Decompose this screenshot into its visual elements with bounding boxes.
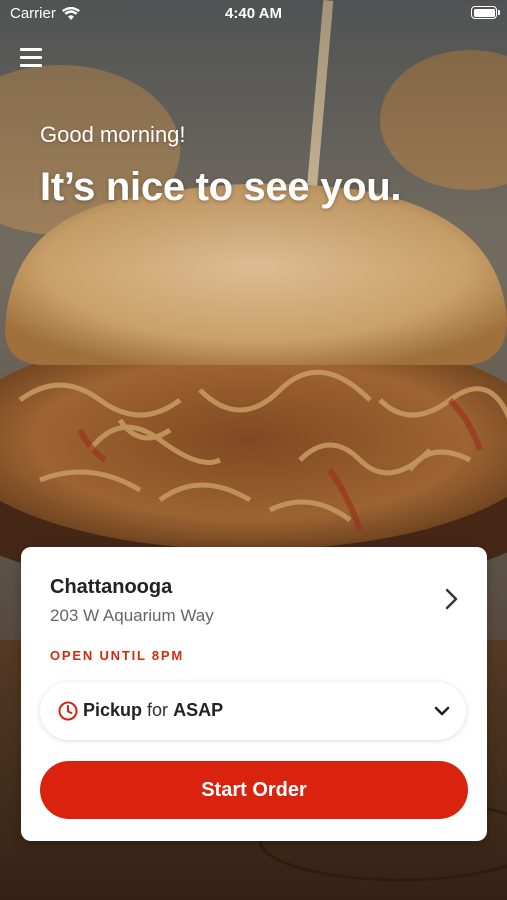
pickup-time: ASAP — [173, 700, 224, 720]
status-bar: Carrier 4:40 AM — [0, 0, 507, 30]
greeting-text: Good morning! — [40, 122, 186, 147]
pickup-mode: Pickup — [83, 700, 143, 720]
clock-icon — [58, 701, 78, 721]
pickup-summary: Pickup for ASAP — [83, 700, 223, 721]
chevron-down-icon — [434, 706, 450, 716]
page-title: It’s nice to see you. — [40, 165, 402, 209]
status-time: 4:40 AM — [225, 5, 282, 22]
store-card: Chattanooga 203 W Aquarium Way OPEN UNTI… — [21, 547, 487, 841]
pickup-time-selector[interactable]: Pickup for ASAP — [40, 682, 466, 740]
app-screen: Carrier 4:40 AM Good morning! It’s nice … — [0, 0, 507, 900]
hamburger-menu-icon[interactable] — [20, 48, 42, 68]
battery-icon — [471, 6, 500, 19]
store-name[interactable]: Chattanooga — [50, 576, 172, 599]
chevron-right-icon[interactable] — [439, 587, 463, 611]
pickup-connector: for — [147, 700, 169, 720]
store-address[interactable]: 203 W Aquarium Way — [50, 606, 214, 626]
start-order-button[interactable]: Start Order — [40, 761, 468, 819]
store-hours-status: OPEN UNTIL 8PM — [50, 648, 185, 663]
